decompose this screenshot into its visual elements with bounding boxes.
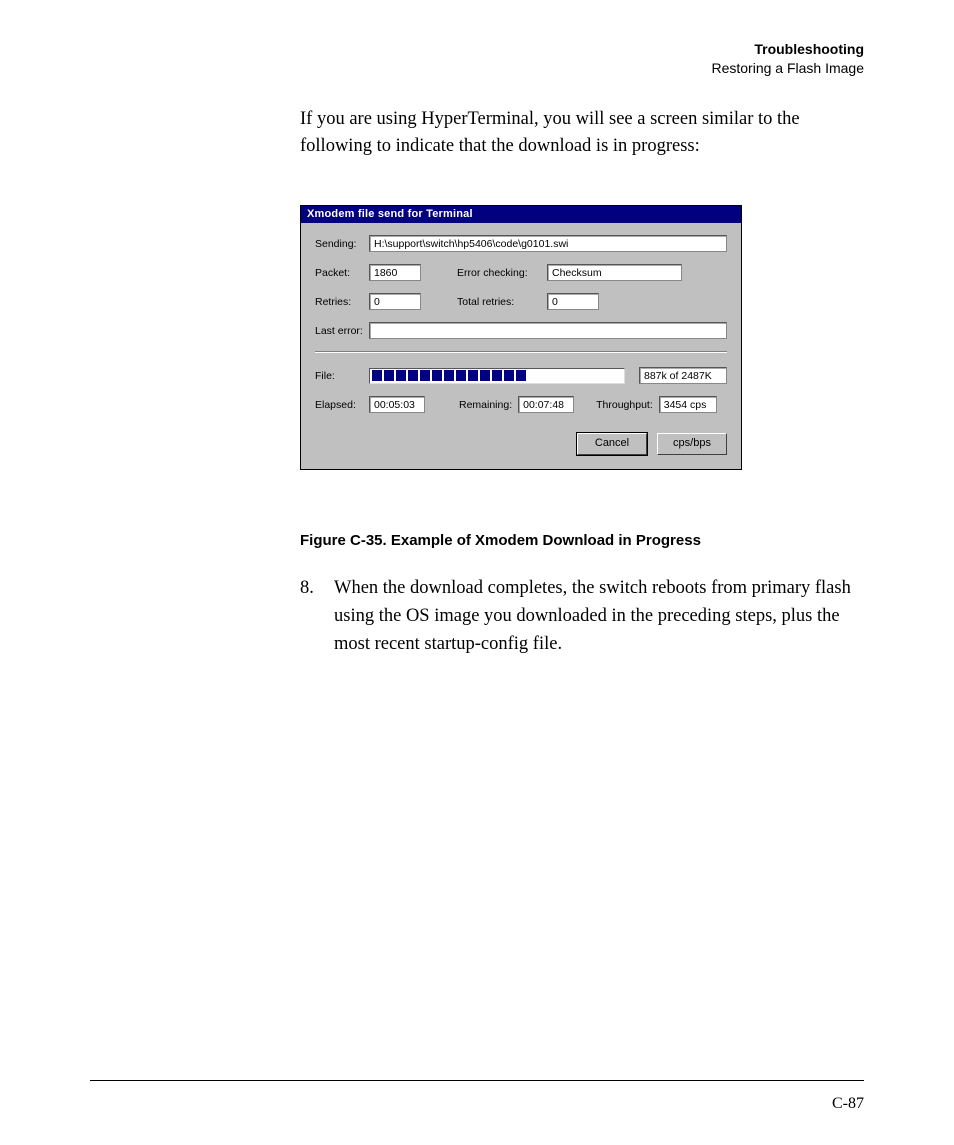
cpsbps-button[interactable]: cps/bps bbox=[657, 433, 727, 455]
footer-rule bbox=[90, 1080, 864, 1081]
row-last-error: Last error: bbox=[315, 322, 727, 339]
label-last-error: Last error: bbox=[315, 325, 369, 337]
progress-segment bbox=[480, 370, 490, 381]
label-error-checking: Error checking: bbox=[457, 267, 547, 279]
field-remaining: 00:07:48 bbox=[518, 396, 574, 413]
page-number: C-87 bbox=[832, 1095, 864, 1113]
label-elapsed: Elapsed: bbox=[315, 399, 369, 411]
dialog-divider bbox=[315, 351, 727, 353]
progress-segment bbox=[456, 370, 466, 381]
field-sending: H:\support\switch\hp5406\code\g0101.swi bbox=[369, 235, 727, 252]
progress-segment bbox=[396, 370, 406, 381]
intro-paragraph: If you are using HyperTerminal, you will… bbox=[300, 106, 864, 160]
label-remaining: Remaining: bbox=[459, 399, 512, 411]
label-sending: Sending: bbox=[315, 238, 369, 250]
label-packet: Packet: bbox=[315, 267, 369, 279]
field-last-error bbox=[369, 322, 727, 339]
field-packet: 1860 bbox=[369, 264, 421, 281]
header-section: Troubleshooting bbox=[100, 40, 864, 59]
content-area: If you are using HyperTerminal, you will… bbox=[300, 106, 864, 659]
field-total-retries: 0 bbox=[547, 293, 599, 310]
progress-segment bbox=[432, 370, 442, 381]
progress-segment bbox=[504, 370, 514, 381]
progress-segment bbox=[420, 370, 430, 381]
step-text: When the download completes, the switch … bbox=[334, 575, 864, 658]
dialog-titlebar: Xmodem file send for Terminal bbox=[301, 206, 741, 223]
row-retries: Retries: 0 Total retries: 0 bbox=[315, 293, 727, 310]
progress-segment bbox=[516, 370, 526, 381]
step-8: 8. When the download completes, the swit… bbox=[300, 575, 864, 658]
label-throughput: Throughput: bbox=[596, 399, 653, 411]
progress-segment bbox=[444, 370, 454, 381]
page: Troubleshooting Restoring a Flash Image … bbox=[0, 0, 954, 1145]
field-throughput: 3454 cps bbox=[659, 396, 717, 413]
field-file-progress: 887k of 2487K bbox=[639, 367, 727, 384]
progress-segment bbox=[384, 370, 394, 381]
row-file: File: bbox=[315, 367, 727, 384]
header-subsection: Restoring a Flash Image bbox=[100, 59, 864, 78]
row-timing: Elapsed: 00:05:03 Remaining: 00:07:48 Th… bbox=[315, 396, 727, 413]
cancel-button[interactable]: Cancel bbox=[577, 433, 647, 455]
page-header: Troubleshooting Restoring a Flash Image bbox=[100, 40, 864, 78]
progress-segment bbox=[492, 370, 502, 381]
field-retries: 0 bbox=[369, 293, 421, 310]
progress-bar bbox=[369, 368, 625, 384]
row-packet: Packet: 1860 Error checking: Checksum bbox=[315, 264, 727, 281]
step-number: 8. bbox=[300, 575, 334, 658]
figure-caption: Figure C-35. Example of Xmodem Download … bbox=[300, 532, 864, 549]
progress-segment bbox=[372, 370, 382, 381]
field-error-checking: Checksum bbox=[547, 264, 682, 281]
label-retries: Retries: bbox=[315, 296, 369, 308]
label-total-retries: Total retries: bbox=[457, 296, 547, 308]
label-file: File: bbox=[315, 370, 369, 382]
progress-segment bbox=[408, 370, 418, 381]
button-row: Cancel cps/bps bbox=[315, 433, 727, 455]
progress-segment bbox=[468, 370, 478, 381]
xmodem-dialog: Xmodem file send for Terminal Sending: H… bbox=[300, 205, 742, 470]
dialog-body: Sending: H:\support\switch\hp5406\code\g… bbox=[301, 223, 741, 469]
row-sending: Sending: H:\support\switch\hp5406\code\g… bbox=[315, 235, 727, 252]
field-elapsed: 00:05:03 bbox=[369, 396, 425, 413]
